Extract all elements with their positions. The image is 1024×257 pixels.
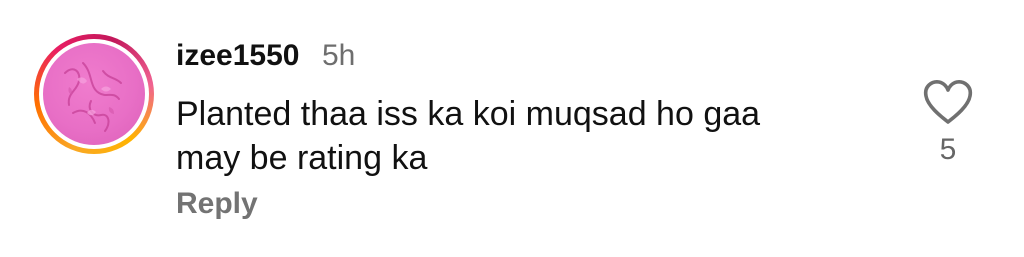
comment-username[interactable]: izee1550 — [176, 38, 299, 74]
avatar-story-ring[interactable] — [34, 34, 154, 154]
comment-timestamp: 5h — [322, 39, 356, 72]
like-count: 5 — [939, 133, 957, 166]
comment-text-line-2: may be rating ka — [176, 139, 428, 177]
heart-outline-icon — [923, 80, 973, 124]
comment-text: Planted thaa iss ka koi muqsad ho gaa ma… — [176, 92, 876, 180]
avatar-artwork-icon — [64, 62, 122, 132]
avatar[interactable] — [43, 43, 145, 145]
comment-text-line-1: Planted thaa iss ka koi muqsad ho gaa — [176, 95, 761, 133]
reply-button[interactable]: Reply — [176, 186, 258, 222]
like-button[interactable] — [920, 78, 976, 126]
